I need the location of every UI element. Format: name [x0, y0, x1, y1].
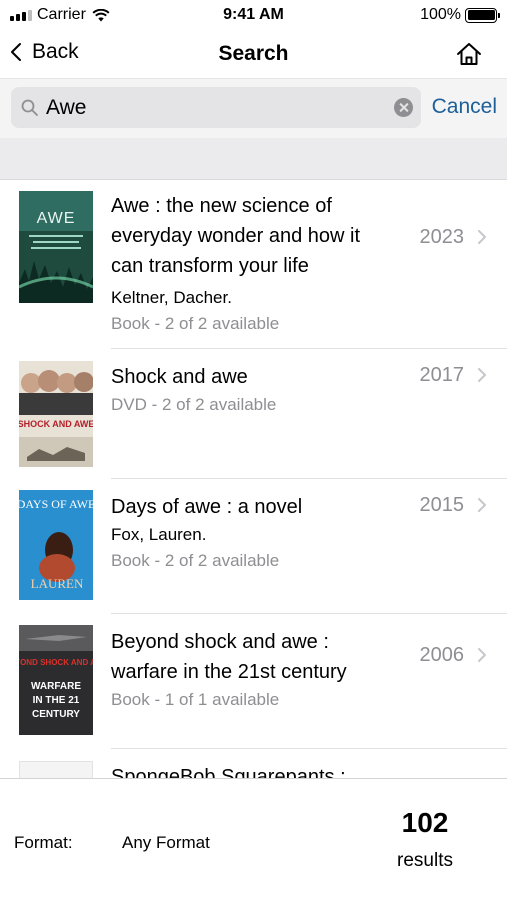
result-year: 2017 [419, 364, 465, 386]
title-line: Awe : the new science of [111, 195, 332, 217]
clear-search-icon[interactable] [394, 98, 413, 117]
title-line: warfare in the 21st century [111, 661, 347, 683]
title-line: Shock and awe [111, 366, 248, 388]
cover-title: AWE [37, 210, 76, 227]
section-header [0, 138, 507, 180]
title-line: SpongeBob Squarepants : [111, 766, 346, 778]
result-title: Beyond shock and awe : warfare in the 21… [111, 627, 406, 687]
svg-text:CENTURY: CENTURY [32, 709, 80, 720]
result-year: 2006 [419, 644, 465, 666]
result-count-label: results [397, 850, 453, 871]
result-author: Fox, Lauren. [111, 525, 207, 544]
cover-title: BEYOND SHOCK AND AWE [19, 658, 93, 667]
search-input[interactable]: Awe [46, 96, 86, 120]
result-availability: Book - 2 of 2 available [111, 314, 280, 333]
book-cover-image [19, 761, 93, 778]
nav-bar: Back Search [0, 32, 507, 77]
title-line: everyday wonder and how it [111, 225, 361, 247]
svg-text:IN THE 21: IN THE 21 [33, 695, 80, 706]
result-availability: DVD - 2 of 2 available [111, 395, 277, 414]
format-label: Format: [14, 833, 73, 852]
cover-title: SHOCK AND AWE [19, 419, 93, 429]
result-row[interactable]: AWE Awe : the new science of everyday wo… [0, 181, 507, 349]
result-count: 102 [401, 807, 449, 838]
result-year: 2023 [419, 226, 465, 248]
result-title: Shock and awe [111, 362, 406, 392]
search-icon [21, 99, 38, 116]
cover-title: DAYS OF AWE [19, 497, 93, 511]
title-line: Beyond shock and awe : [111, 631, 329, 653]
result-row[interactable]: SpongeBob Squarepants : [0, 749, 507, 778]
book-cover-image: AWE [19, 191, 93, 303]
dvd-cover-image: SHOCK AND AWE [19, 361, 93, 467]
book-cover-image: BEYOND SHOCK AND AWE WARFARE IN THE 21 C… [19, 625, 93, 735]
title-line: Days of awe : a novel [111, 496, 303, 518]
result-row[interactable]: BEYOND SHOCK AND AWE WARFARE IN THE 21 C… [0, 614, 507, 749]
result-title: Days of awe : a novel [111, 492, 406, 522]
search-field[interactable]: Awe [11, 87, 421, 128]
result-year: 2015 [419, 494, 465, 516]
battery-icon [465, 7, 500, 23]
format-selector[interactable]: Any Format [122, 833, 210, 853]
result-title: SpongeBob Squarepants : [111, 762, 406, 778]
chevron-right-icon [478, 230, 486, 244]
result-title: Awe : the new science of everyday wonder… [111, 191, 406, 281]
cancel-button[interactable]: Cancel [432, 95, 497, 119]
status-bar: Carrier 9:41 AM 100% [0, 0, 507, 32]
result-row[interactable]: DAYS OF AWE LAUREN Days of awe : a novel… [0, 479, 507, 614]
results-footer: Format: Any Format 102 results [0, 778, 507, 900]
chevron-right-icon [478, 368, 486, 382]
results-list[interactable]: AWE Awe : the new science of everyday wo… [0, 181, 507, 778]
book-cover-image: DAYS OF AWE LAUREN [19, 490, 93, 600]
page-title: Search [218, 42, 289, 65]
chevron-right-icon [478, 648, 486, 662]
result-availability: Book - 2 of 2 available [111, 551, 280, 570]
result-availability: Book - 1 of 1 available [111, 690, 280, 709]
result-row[interactable]: SHOCK AND AWE Shock and awe DVD - 2 of 2… [0, 349, 507, 479]
status-right: 100% [420, 6, 500, 24]
chevron-right-icon [478, 498, 486, 512]
search-bar: Awe Cancel [0, 78, 507, 138]
title-line: can transform your life [111, 255, 309, 277]
svg-text:LAUREN: LAUREN [31, 576, 84, 591]
svg-text:WARFARE: WARFARE [31, 681, 81, 692]
result-author: Keltner, Dacher. [111, 288, 232, 307]
home-icon[interactable] [455, 40, 483, 68]
battery-percent: 100% [420, 6, 461, 23]
